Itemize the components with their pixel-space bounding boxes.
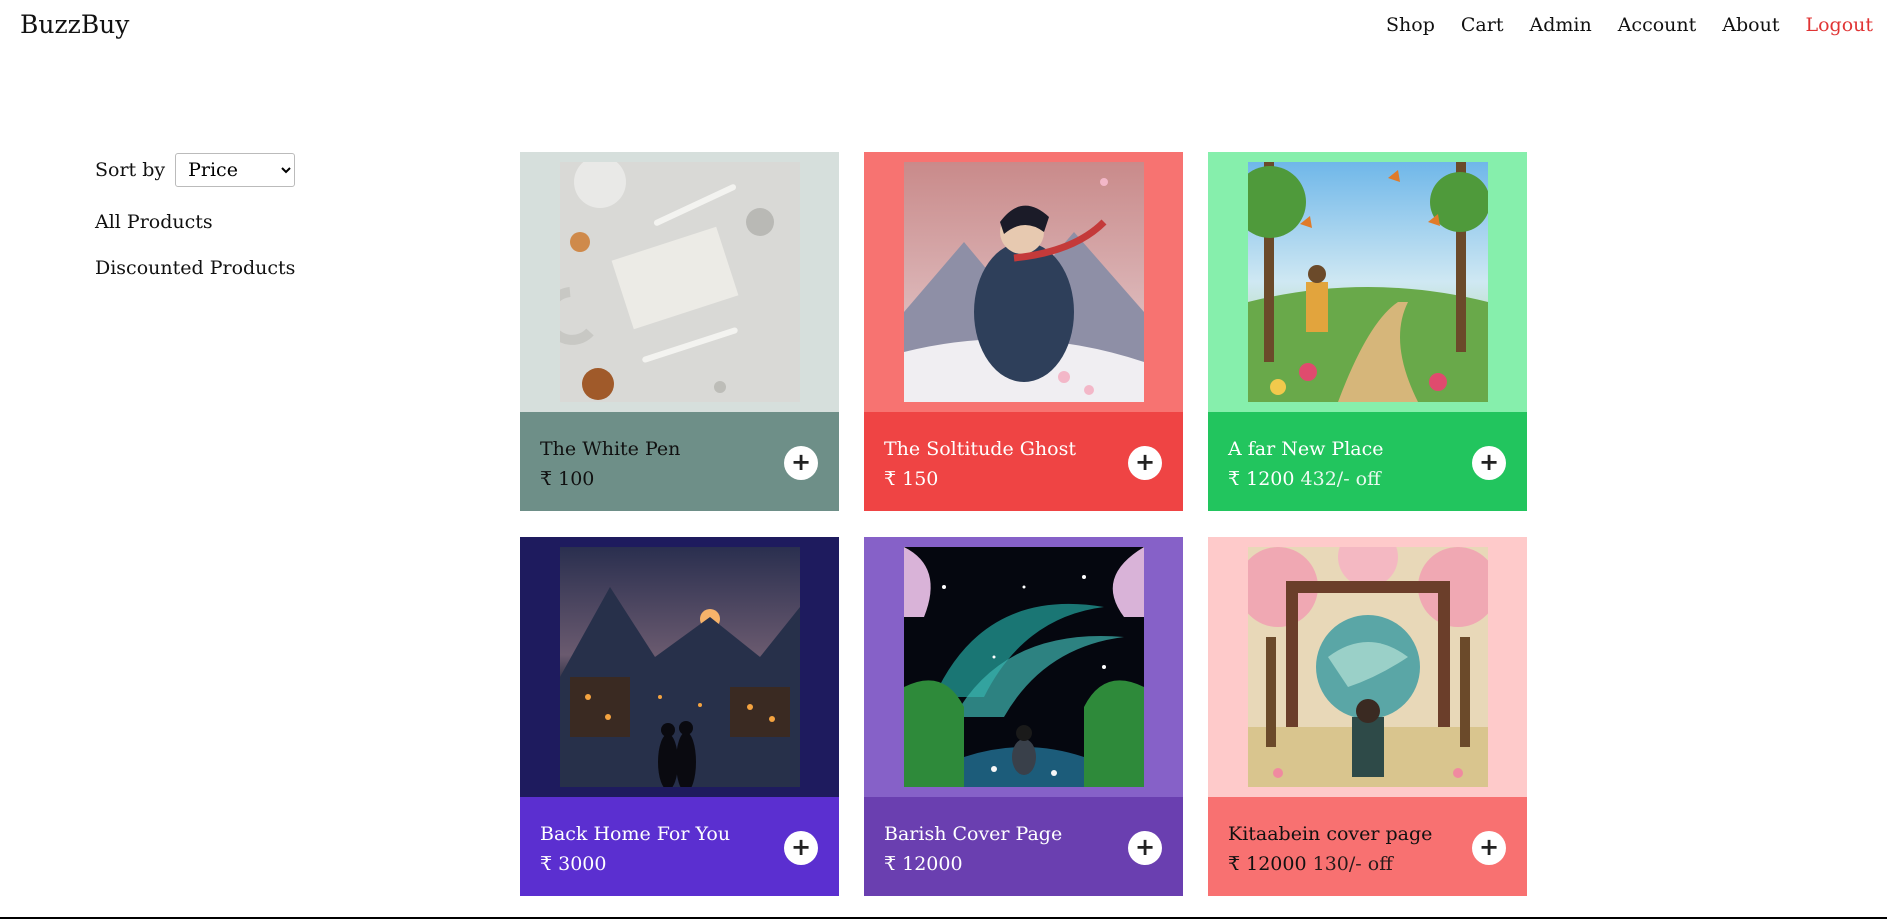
product-price-line: ₹ 100 [540, 468, 594, 490]
filter-all-products[interactable]: All Products [95, 211, 395, 233]
product-price: ₹ 1200 [1228, 468, 1295, 490]
product-discount: 432/- off [1300, 468, 1381, 490]
product-price: ₹ 12000 [1228, 853, 1307, 875]
product-card: The Soltitude Ghost ₹ 150 + [864, 152, 1183, 511]
product-card: Kitaabein cover page ₹ 12000 130/- off + [1208, 537, 1527, 896]
filter-sidebar: Sort by Price All Products Discounted Pr… [95, 153, 395, 279]
product-price: ₹ 150 [884, 468, 939, 490]
product-image[interactable] [560, 547, 800, 787]
add-to-cart-button[interactable]: + [1472, 446, 1506, 480]
product-image[interactable] [904, 547, 1144, 787]
product-title: A far New Place [1228, 438, 1384, 460]
nav-logout[interactable]: Logout [1805, 14, 1873, 36]
product-card: The White Pen ₹ 100 + [520, 152, 839, 511]
product-image-area [1208, 537, 1527, 797]
product-card: Barish Cover Page ₹ 12000 + [864, 537, 1183, 896]
product-image[interactable] [1248, 547, 1488, 787]
product-info: A far New Place ₹ 1200 432/- off + [1208, 412, 1527, 511]
product-price-line: ₹ 1200 432/- off [1228, 468, 1381, 490]
product-image-area [1208, 152, 1527, 412]
product-price: ₹ 100 [540, 468, 595, 490]
product-price-line: ₹ 12000 130/- off [1228, 853, 1393, 875]
product-info: Kitaabein cover page ₹ 12000 130/- off + [1208, 797, 1527, 896]
top-header: BuzzBuy Shop Cart Admin Account About Lo… [0, 0, 1887, 52]
filter-discounted-products[interactable]: Discounted Products [95, 257, 395, 279]
add-to-cart-button[interactable]: + [1128, 831, 1162, 865]
product-info: The Soltitude Ghost ₹ 150 + [864, 412, 1183, 511]
product-title: The White Pen [540, 438, 681, 460]
sort-row: Sort by Price [95, 153, 395, 187]
add-to-cart-button[interactable]: + [784, 831, 818, 865]
nav-shop[interactable]: Shop [1386, 14, 1435, 36]
add-to-cart-button[interactable]: + [1472, 831, 1506, 865]
product-price-line: ₹ 12000 [884, 853, 963, 875]
sort-select[interactable]: Price [175, 153, 296, 187]
product-info: Barish Cover Page ₹ 12000 + [864, 797, 1183, 896]
add-to-cart-button[interactable]: + [784, 446, 818, 480]
sort-label: Sort by [95, 159, 166, 181]
bottom-divider [0, 917, 1887, 919]
product-image-area [520, 537, 839, 797]
product-discount: 130/- off [1312, 853, 1393, 875]
product-image-area [864, 537, 1183, 797]
product-grid: The White Pen ₹ 100 + The Soltitude Ghos… [520, 152, 1527, 896]
product-image-area [864, 152, 1183, 412]
product-image[interactable] [560, 162, 800, 402]
product-title: Back Home For You [540, 823, 731, 845]
nav-account[interactable]: Account [1618, 14, 1697, 36]
nav-admin[interactable]: Admin [1529, 14, 1591, 36]
product-info: Back Home For You ₹ 3000 + [520, 797, 839, 896]
product-title: The Soltitude Ghost [884, 438, 1076, 460]
product-image-area [520, 152, 839, 412]
product-title: Kitaabein cover page [1228, 823, 1433, 845]
product-price-line: ₹ 150 [884, 468, 938, 490]
product-card: A far New Place ₹ 1200 432/- off + [1208, 152, 1527, 511]
main-nav: Shop Cart Admin Account About Logout [1386, 14, 1873, 36]
product-image[interactable] [904, 162, 1144, 402]
product-price: ₹ 12000 [884, 853, 963, 875]
product-info: The White Pen ₹ 100 + [520, 412, 839, 511]
add-to-cart-button[interactable]: + [1128, 446, 1162, 480]
product-price: ₹ 3000 [540, 853, 607, 875]
product-card: Back Home For You ₹ 3000 + [520, 537, 839, 896]
product-price-line: ₹ 3000 [540, 853, 606, 875]
product-title: Barish Cover Page [884, 823, 1063, 845]
product-image[interactable] [1248, 162, 1488, 402]
nav-about[interactable]: About [1722, 14, 1779, 36]
nav-cart[interactable]: Cart [1461, 14, 1504, 36]
brand-logo[interactable]: BuzzBuy [20, 10, 129, 39]
